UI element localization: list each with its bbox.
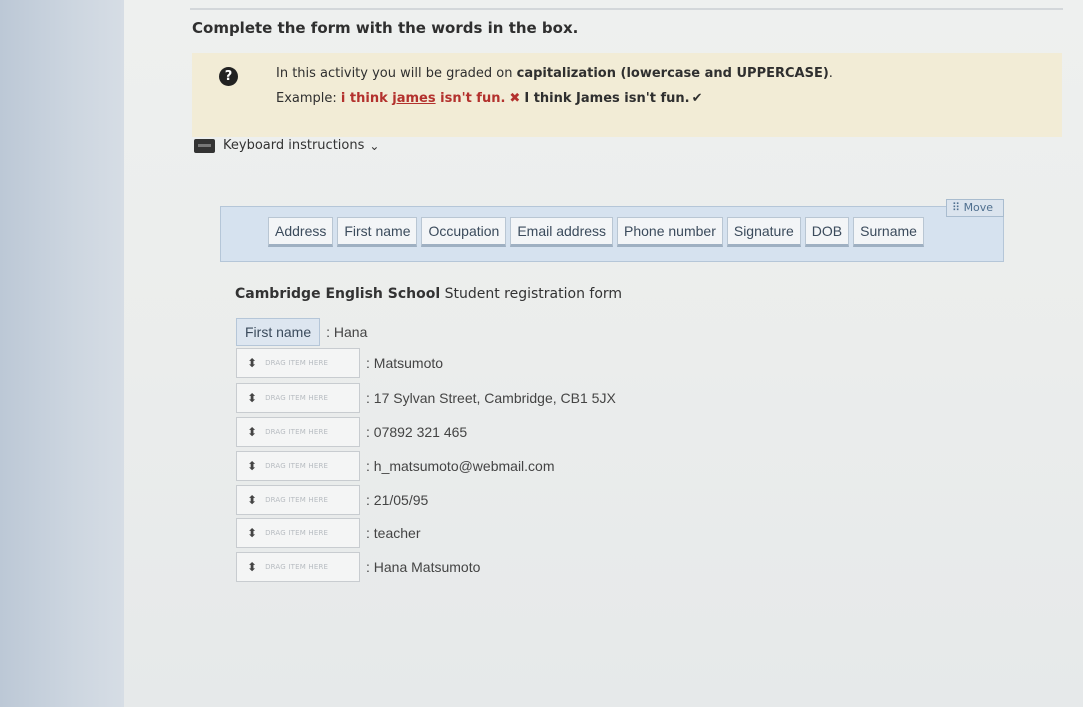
move-grip-icon: ⠿ [952,201,964,214]
wrong-example: i think james isn't fun. [341,91,506,106]
drop-zone[interactable]: ⬍ DRAG ITEM HERE [236,348,360,378]
form-title: Cambridge English School Student registr… [235,286,622,302]
keyboard-icon [194,138,215,153]
drop-placeholder: DRAG ITEM HERE [265,359,329,367]
drag-arrow-icon: ⬍ [247,493,258,507]
form-row: ⬍ DRAG ITEM HERE : h_matsumoto@webmail.co… [236,451,555,481]
info-text-prefix: In this activity you will be graded on [276,66,517,81]
drop-placeholder: DRAG ITEM HERE [265,496,329,504]
form-value: : 21/05/95 [366,492,429,508]
move-handle[interactable]: ⠿ Move [946,199,1004,217]
form-row: ⬍ DRAG ITEM HERE : 07892 321 465 [236,417,467,447]
word-bank-chips: Address First name Occupation Email addr… [268,217,928,247]
drag-arrow-icon: ⬍ [247,526,258,540]
form-title-rest: Student registration form [440,286,623,302]
info-text-suffix: . [828,66,833,81]
wrong-example-part2: isn't fun. [435,91,506,106]
right-example: I think James isn't fun. [524,91,690,106]
move-label: Move [963,201,994,214]
keyboard-instructions-toggle[interactable]: Keyboard instructions ⌄ [194,138,379,153]
form-row: ⬍ DRAG ITEM HERE : Matsumoto [236,348,443,378]
form-value: : h_matsumoto@webmail.com [366,458,555,474]
drop-zone[interactable]: ⬍ DRAG ITEM HERE [236,552,360,582]
drop-placeholder: DRAG ITEM HERE [265,529,329,537]
chip-surname[interactable]: Surname [853,217,924,247]
cross-icon: ✖ [509,91,521,106]
example-label: Example: [276,91,341,106]
form-row: ⬍ DRAG ITEM HERE : teacher [236,518,420,548]
form-row: ⬍ DRAG ITEM HERE : 17 Sylvan Street, Camb… [236,383,616,413]
form-value: : teacher [366,525,421,541]
chip-dob[interactable]: DOB [804,217,850,247]
help-icon[interactable]: ? [219,67,238,86]
drag-arrow-icon: ⬍ [247,459,258,473]
drop-zone[interactable]: ⬍ DRAG ITEM HERE [236,485,360,515]
drop-placeholder: DRAG ITEM HERE [265,462,329,470]
chip-first-name[interactable]: First name [337,217,418,247]
chip-phone-number[interactable]: Phone number [617,217,723,247]
form-value: : Hana [326,324,368,340]
drop-zone[interactable]: ⬍ DRAG ITEM HERE [236,383,360,413]
form-value: : 07892 321 465 [366,424,468,440]
chip-email-address[interactable]: Email address [510,217,614,247]
form-value: : 17 Sylvan Street, Cambridge, CB1 5JX [366,390,616,406]
placed-chip-first-name[interactable]: First name [236,318,321,346]
drop-placeholder: DRAG ITEM HERE [265,563,329,571]
drag-arrow-icon: ⬍ [247,391,258,405]
left-background [0,0,124,707]
form-value: : Matsumoto [366,355,444,371]
form-row: ⬍ DRAG ITEM HERE : 21/05/95 [236,485,428,515]
chevron-down-icon: ⌄ [369,138,380,153]
drop-zone[interactable]: ⬍ DRAG ITEM HERE [236,417,360,447]
check-icon: ✔ [691,91,703,106]
drop-zone[interactable]: ⬍ DRAG ITEM HERE [236,518,360,548]
chip-signature[interactable]: Signature [726,217,801,247]
keyboard-instructions-label: Keyboard instructions [223,138,365,153]
drop-placeholder: DRAG ITEM HERE [265,394,329,402]
drag-arrow-icon: ⬍ [247,425,258,439]
wrong-example-part1: i think [340,91,393,106]
activity-heading: Complete the form with the words in the … [192,19,579,37]
form-row-first-name: First name : Hana [236,318,367,346]
info-text: In this activity you will be graded on c… [276,66,833,81]
example-text: Example: i think james isn't fun. ✖ I thin… [276,91,702,106]
drop-placeholder: DRAG ITEM HERE [265,428,329,436]
chip-address[interactable]: Address [268,217,334,247]
drag-arrow-icon: ⬍ [247,560,258,574]
form-value: : Hana Matsumoto [366,559,481,575]
form-row: ⬍ DRAG ITEM HERE : Hana Matsumoto [236,552,480,582]
wrong-example-underlined: james [392,91,436,106]
top-divider [190,8,1063,10]
chip-occupation[interactable]: Occupation [421,217,507,247]
info-text-bold: capitalization (lowercase and UPPERCASE) [516,66,829,81]
form-title-school: Cambridge English School [235,286,441,302]
drop-zone[interactable]: ⬍ DRAG ITEM HERE [236,451,360,481]
drag-arrow-icon: ⬍ [247,356,258,370]
